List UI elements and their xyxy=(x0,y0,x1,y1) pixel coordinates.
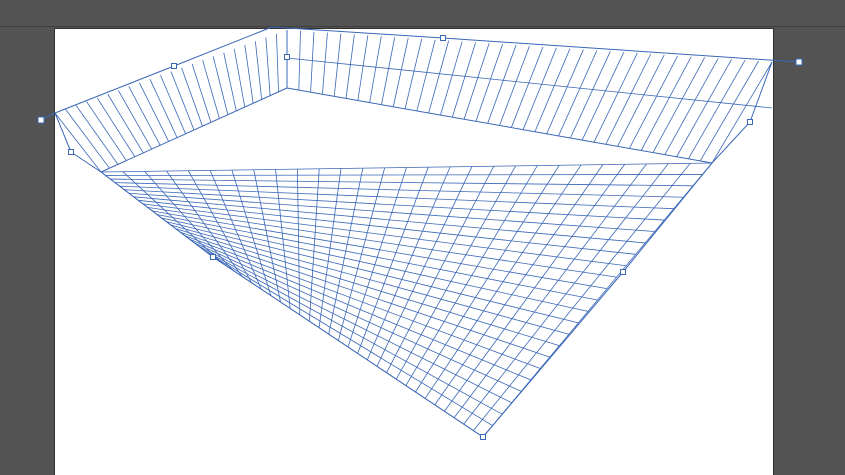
right-vanishing-handle[interactable] xyxy=(795,58,803,66)
right-wall-extent-handle[interactable] xyxy=(747,119,753,125)
back-wall-height-handle[interactable] xyxy=(440,35,446,41)
artboard[interactable] xyxy=(55,29,773,475)
floor-left-handle[interactable] xyxy=(210,254,216,260)
floor-right-handle[interactable] xyxy=(620,269,626,275)
left-wall-extent-handle[interactable] xyxy=(68,149,74,155)
ground-origin-handle[interactable] xyxy=(480,434,486,440)
workspace-top-bar xyxy=(0,0,845,27)
horizon-level-handle[interactable] xyxy=(284,54,290,60)
left-vanishing-handle[interactable] xyxy=(37,116,45,124)
left-wall-height-handle[interactable] xyxy=(171,63,177,69)
